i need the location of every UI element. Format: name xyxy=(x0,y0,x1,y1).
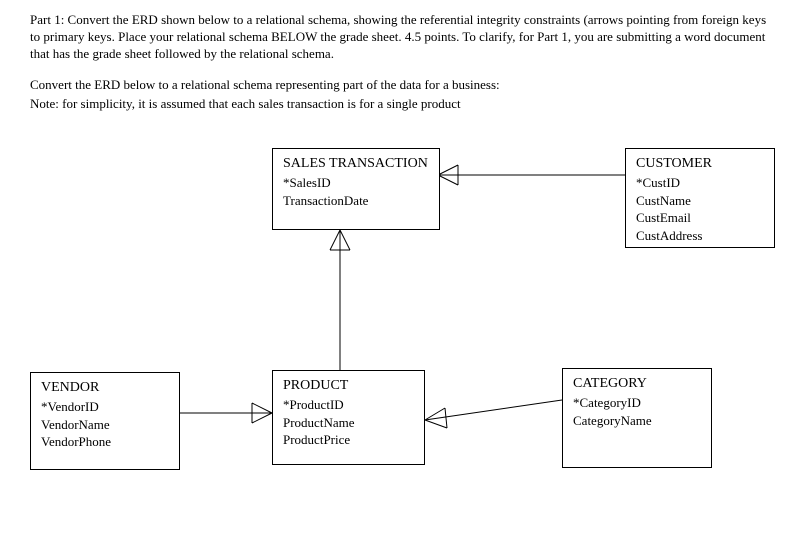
entity-attr: VendorName xyxy=(41,416,169,434)
entity-pk: *SalesID xyxy=(283,174,429,192)
instruction-line-3: Note: for simplicity, it is assumed that… xyxy=(30,96,770,113)
instruction-line-2: Convert the ERD below to a relational sc… xyxy=(30,77,770,94)
entity-attr: CustName xyxy=(636,192,764,210)
entity-attr: CustAddress xyxy=(636,227,764,245)
entity-attr: CategoryName xyxy=(573,412,701,430)
entity-name: CUSTOMER xyxy=(636,155,764,174)
entity-pk: *CategoryID xyxy=(573,394,701,412)
entity-attr: CustEmail xyxy=(636,209,764,227)
entity-customer: CUSTOMER *CustID CustName CustEmail Cust… xyxy=(625,148,775,248)
entity-name: SALES TRANSACTION xyxy=(283,155,429,174)
instruction-line-1: Part 1: Convert the ERD shown below to a… xyxy=(30,12,770,63)
entity-name: VENDOR xyxy=(41,379,169,398)
entity-sales-transaction: SALES TRANSACTION *SalesID TransactionDa… xyxy=(272,148,440,230)
entity-pk: *VendorID xyxy=(41,398,169,416)
entity-vendor: VENDOR *VendorID VendorName VendorPhone xyxy=(30,372,180,470)
entity-attr: ProductName xyxy=(283,414,414,432)
erd-diagram: SALES TRANSACTION *SalesID TransactionDa… xyxy=(30,130,770,550)
entity-attr: ProductPrice xyxy=(283,431,414,449)
entity-attr: VendorPhone xyxy=(41,433,169,451)
entity-attr: TransactionDate xyxy=(283,192,429,210)
entity-pk: *ProductID xyxy=(283,396,414,414)
entity-category: CATEGORY *CategoryID CategoryName xyxy=(562,368,712,468)
entity-name: CATEGORY xyxy=(573,375,701,394)
entity-product: PRODUCT *ProductID ProductName ProductPr… xyxy=(272,370,425,465)
entity-pk: *CustID xyxy=(636,174,764,192)
entity-name: PRODUCT xyxy=(283,377,414,396)
instructions-block: Part 1: Convert the ERD shown below to a… xyxy=(30,12,770,112)
